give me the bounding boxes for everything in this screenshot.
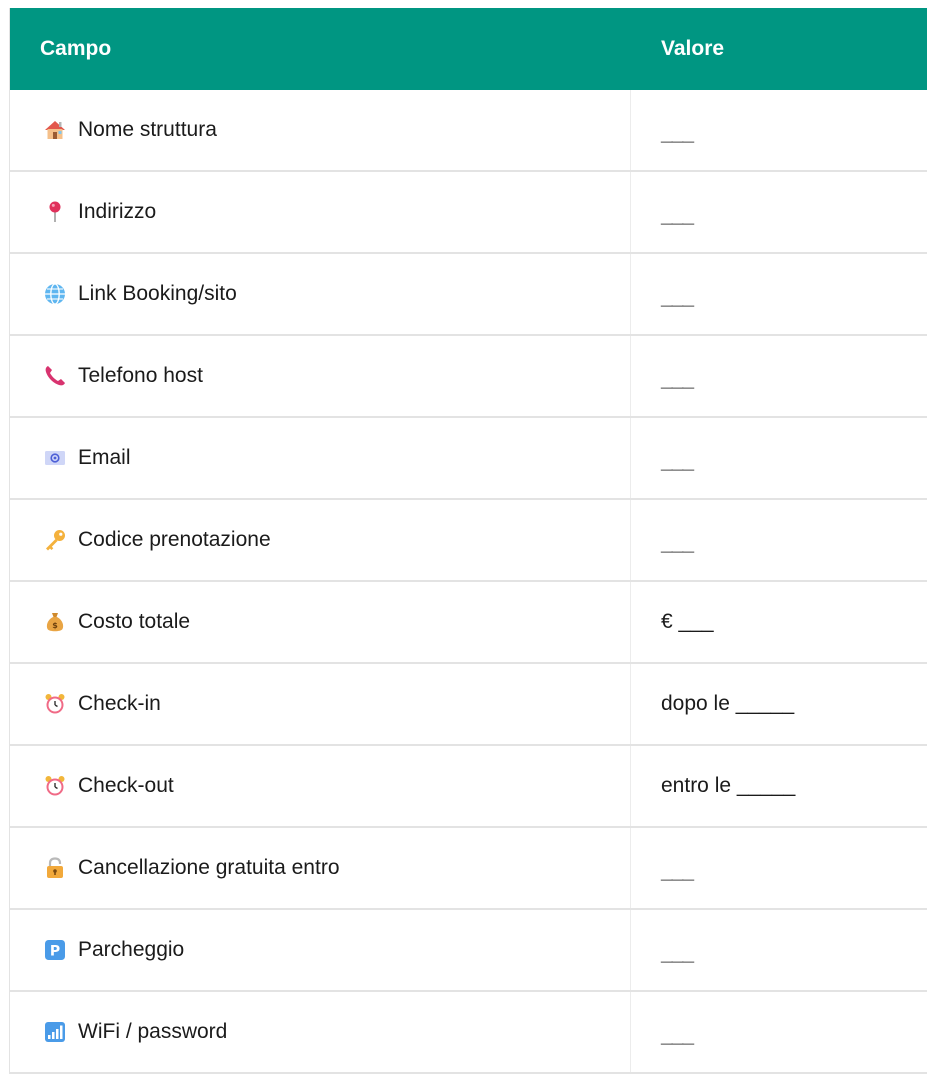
value-cell: € ___ [631,582,927,662]
field-label: Nome struttura [78,118,217,141]
value-cell: ___ [631,500,927,580]
value-cell: ___ [631,90,927,170]
field-cell: $ Costo totale [10,582,631,662]
value-cell: ___ [631,992,927,1072]
table-row: $ Costo totale € ___ [10,582,927,664]
value-text: ___ [661,942,694,965]
svg-text:P: P [50,944,60,960]
field-cell: Nome struttura [10,90,631,170]
field-label: Indirizzo [78,200,157,223]
value-text: ___ [661,450,694,473]
value-cell: ___ [631,418,927,498]
table-row: WiFi / password ___ [10,992,927,1074]
alarm-clock-icon [45,776,65,796]
field-cell: Telefono host [10,336,631,416]
value-text: ___ [661,1024,694,1047]
column-header-valore: Valore [661,37,725,60]
table-row: Telefono host ___ [10,336,927,418]
field-cell: Indirizzo [10,172,631,252]
field-cell: Check-out [10,746,631,826]
globe-icon [45,283,65,305]
value-text: ___ [661,368,694,391]
column-header-campo: Campo [40,37,112,60]
value-cell: ___ [631,254,927,334]
key-icon [46,530,65,551]
field-cell: Cancellazione gratuita entro [10,828,631,908]
value-text: ___ [661,860,694,883]
field-label: Parcheggio [78,938,185,961]
value-cell: ___ [631,336,927,416]
phone-icon [45,366,65,386]
svg-text:$: $ [52,621,58,630]
value-cell: entro le _____ [631,746,927,826]
value-text: dopo le _____ [661,692,795,715]
table-row: Cancellazione gratuita entro ___ [10,828,927,910]
table-row: Codice prenotazione ___ [10,500,927,582]
value-text: ___ [661,204,694,227]
pin-icon [49,201,61,222]
table-row: Nome struttura ___ [10,90,927,172]
field-label: Link Booking/sito [78,282,237,305]
email-icon [45,451,65,465]
lock-icon [47,857,63,878]
field-cell: P Parcheggio [10,910,631,990]
field-label: WiFi / password [78,1020,228,1043]
money-bag-icon: $ [46,613,64,632]
table-row: Indirizzo ___ [10,172,927,254]
table-header: Campo Valore [10,8,927,90]
field-label: Check-out [78,774,174,797]
signal-bars-icon [45,1022,65,1042]
table-row: Email ___ [10,418,927,500]
field-cell: Codice prenotazione [10,500,631,580]
house-icon [45,121,65,139]
table-row: Link Booking/sito ___ [10,254,927,336]
field-label: Codice prenotazione [78,528,271,551]
value-text: ___ [661,286,694,309]
table-row: P Parcheggio ___ [10,910,927,992]
field-cell: Email [10,418,631,498]
field-label: Costo totale [78,610,191,633]
field-label: Cancellazione gratuita entro [78,856,340,879]
value-text: ___ [661,532,694,555]
field-cell: WiFi / password [10,992,631,1072]
field-cell: Check-in [10,664,631,744]
value-cell: ___ [631,828,927,908]
table-row: Check-out entro le _____ [10,746,927,828]
field-label: Telefono host [78,364,203,387]
value-cell: dopo le _____ [631,664,927,744]
value-cell: ___ [631,910,927,990]
field-cell: Link Booking/sito [10,254,631,334]
field-label: Check-in [78,692,161,715]
table-row: Check-in dopo le _____ [10,664,927,746]
value-cell: ___ [631,172,927,252]
parking-icon: P [45,940,65,960]
value-text: € ___ [661,610,714,633]
booking-info-table: Campo Valore Nome struttura ___ Indirizz… [9,8,927,1074]
value-text: entro le _____ [661,774,796,797]
alarm-clock-icon [45,694,65,714]
value-text: ___ [661,122,694,145]
field-label: Email [78,446,131,469]
